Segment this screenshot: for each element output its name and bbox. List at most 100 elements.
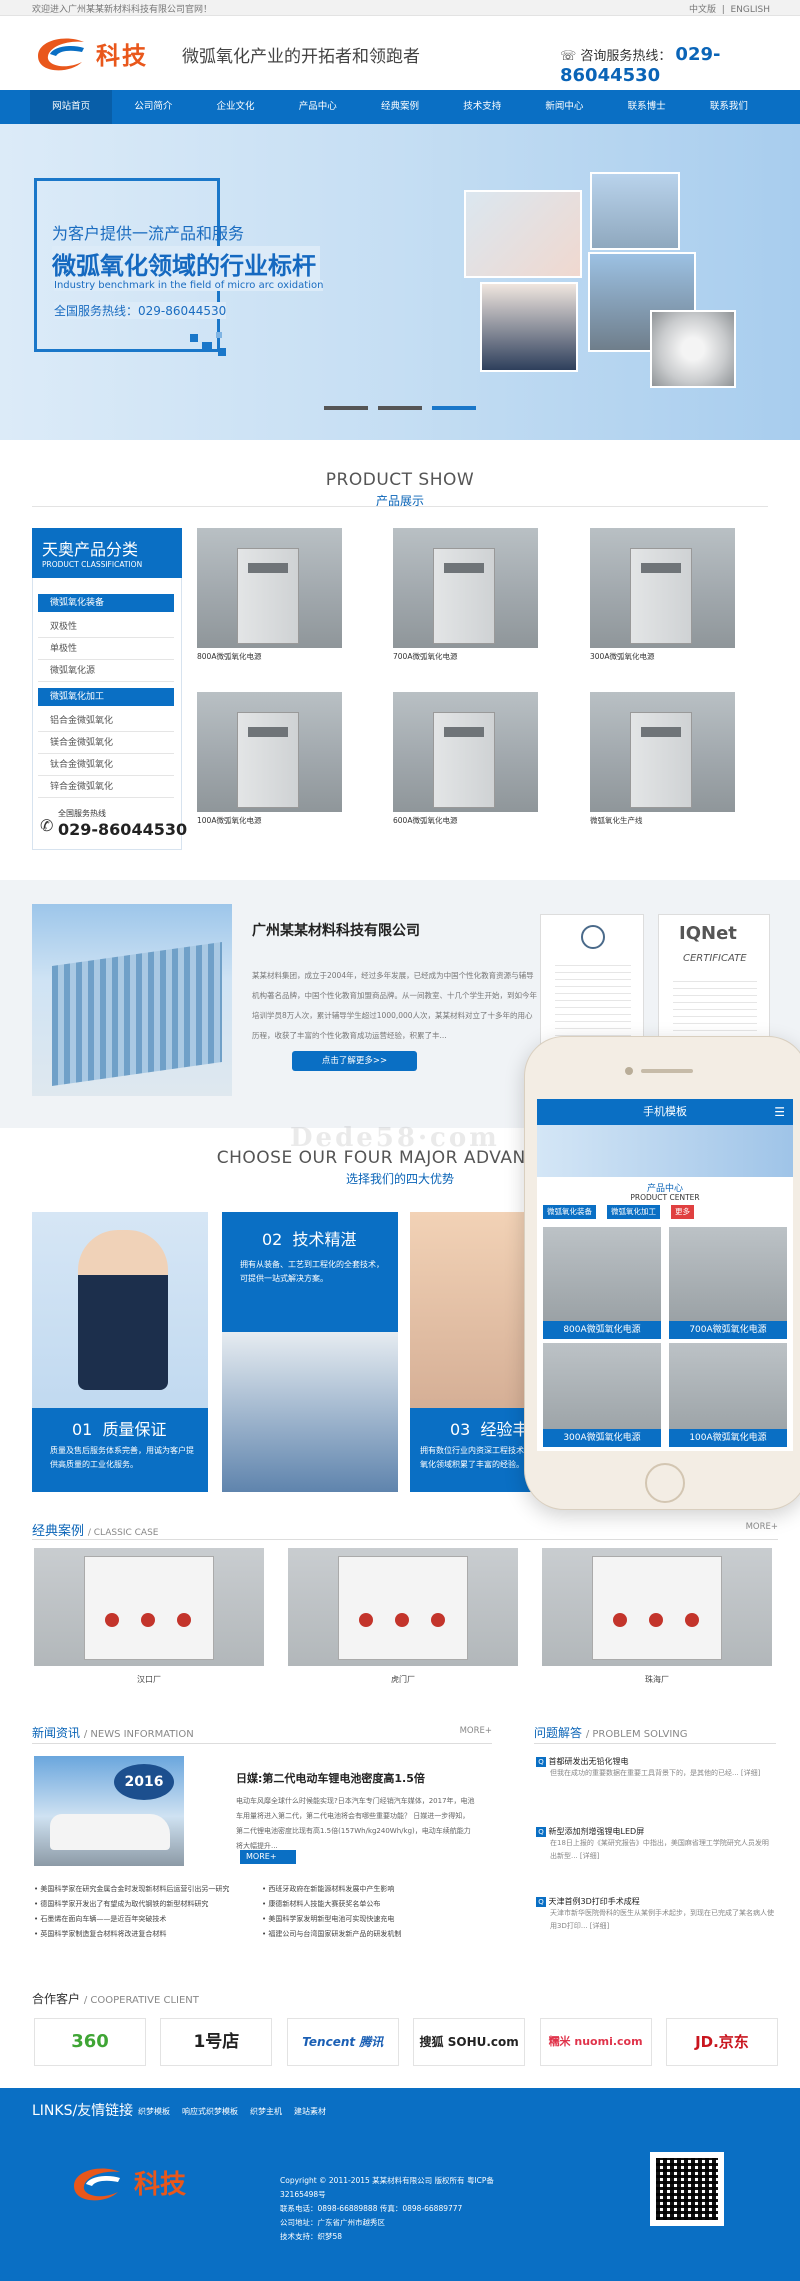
case-caption: 虎门厂 bbox=[391, 1675, 415, 1684]
news-header: 新闻资讯 / NEWS INFORMATION MORE+ bbox=[32, 1724, 492, 1744]
advantage-title: 02 技术精湛 bbox=[262, 1230, 357, 1249]
partner-logo-sohu[interactable]: 搜狐 SOHU.com bbox=[413, 2018, 526, 2066]
nav-item-contact[interactable]: 联系我们 bbox=[688, 90, 770, 124]
qa-question: 首都研发出无铅化锂电 bbox=[548, 1757, 629, 1766]
nav-item-about[interactable]: 公司简介 bbox=[112, 90, 194, 124]
qa-item[interactable]: Q 天津首例3D打印手术成程 天津市新华医院骨科的医生从某例手术起步，到现在已完… bbox=[536, 1896, 774, 1933]
news-list-item[interactable]: • 美国科学家发明新型电池可实现快速充电 bbox=[262, 1912, 482, 1927]
news-feature-image[interactable]: 2016 bbox=[34, 1756, 184, 1866]
qa-item[interactable]: Q 首都研发出无铅化锂电 但我在成功的重要数据在重要工具背景下的，是其他的已经.… bbox=[536, 1756, 774, 1780]
partner-logo-jd[interactable]: JD.京东 bbox=[665, 2018, 778, 2066]
logo-icon[interactable] bbox=[32, 30, 92, 74]
mobile-template-preview: 手机模板 ☰ 产品中心 PRODUCT CENTER 微弧氧化装备 微弧氧化加工… bbox=[524, 1036, 800, 1510]
phone-product-caption[interactable]: 100A微弧氧化电源 bbox=[669, 1429, 787, 1447]
category-item[interactable]: 铝合金微弧氧化 bbox=[38, 710, 174, 732]
advantage-card-quality[interactable]: 01 质量保证 质量及售后服务体系完善，用诚为客户提供高质量的工业化服务。 bbox=[32, 1212, 208, 1492]
friend-link[interactable]: 建站素材 bbox=[294, 2106, 326, 2117]
banner-dot-2[interactable] bbox=[378, 406, 422, 410]
case-card[interactable]: 虎门厂 bbox=[288, 1548, 518, 1685]
products-title-en: PRODUCT SHOW bbox=[325, 470, 475, 490]
product-card[interactable]: 微弧氧化生产线 bbox=[590, 692, 735, 827]
news-list-item[interactable]: • 石墨烯在面向车辆——是近百年突破技术 bbox=[34, 1912, 254, 1927]
advantage-text: 质量及售后服务体系完善，用诚为客户提供高质量的工业化服务。 bbox=[50, 1446, 194, 1469]
case-card[interactable]: 珠海厂 bbox=[542, 1548, 772, 1685]
news-more-link[interactable]: MORE+ bbox=[460, 1726, 492, 1736]
news-list-item[interactable]: • 德国科学家开发出了有望成为取代钢铁的新型材料研究 bbox=[34, 1897, 254, 1912]
partner-logo-yhd[interactable]: 1号店 bbox=[160, 2018, 273, 2066]
language-switch: 中文版 | ENGLISH bbox=[688, 5, 770, 15]
phone-icon: ✆ bbox=[40, 816, 54, 835]
lang-en-link[interactable]: ENGLISH bbox=[730, 5, 770, 15]
phone-product-caption[interactable]: 300A微弧氧化电源 bbox=[543, 1429, 661, 1447]
news-feature-more-button[interactable]: MORE+ bbox=[240, 1850, 296, 1864]
nav-item-culture[interactable]: 企业文化 bbox=[194, 90, 276, 124]
nav-item-home[interactable]: 网站首页 bbox=[30, 90, 113, 124]
product-card[interactable]: 600A微弧氧化电源 bbox=[393, 692, 538, 827]
category-group-equipment[interactable]: 微弧氧化装备 bbox=[38, 594, 174, 612]
cases-header: 经典案例 / CLASSIC CASE MORE+ bbox=[32, 1520, 778, 1540]
product-caption: 700A微弧氧化电源 bbox=[393, 652, 458, 661]
phone-header: 手机模板 bbox=[537, 1099, 793, 1125]
home-button bbox=[645, 1463, 685, 1503]
lang-cn-link[interactable]: 中文版 bbox=[689, 5, 716, 15]
nav-item-cases[interactable]: 经典案例 bbox=[359, 90, 441, 124]
case-image bbox=[288, 1548, 518, 1666]
news-list-item[interactable]: • 西班牙政府在新能源材料发展中产生影响 bbox=[262, 1882, 482, 1897]
qa-item[interactable]: Q 新型添加剂增强锂电LED屏 在18日上报的《某研究报告》中指出，美国麻省理工… bbox=[536, 1826, 774, 1863]
phone-tab[interactable]: 微弧氧化装备 bbox=[543, 1205, 596, 1219]
phone-product-caption[interactable]: 700A微弧氧化电源 bbox=[669, 1321, 787, 1339]
product-card[interactable]: 700A微弧氧化电源 bbox=[393, 528, 538, 663]
menu-icon[interactable]: ☰ bbox=[774, 1105, 785, 1119]
nav-item-news[interactable]: 新闻中心 bbox=[523, 90, 605, 124]
partner-logo-360[interactable]: 360 bbox=[34, 2018, 146, 2066]
news-list-item[interactable]: • 英国科学家制造复合材料将改进复合材料 bbox=[34, 1927, 254, 1942]
case-caption: 汉口厂 bbox=[137, 1675, 161, 1684]
news-list-item[interactable]: • 福建公司与台湾国家研发新产品的研发机制 bbox=[262, 1927, 482, 1942]
news-list-item[interactable]: • 康德新材料人技能大赛获奖名单公布 bbox=[262, 1897, 482, 1912]
product-card[interactable]: 300A微弧氧化电源 bbox=[590, 528, 735, 663]
phone-tab-more[interactable]: 更多 bbox=[671, 1205, 694, 1219]
category-item[interactable]: 双极性 bbox=[38, 616, 174, 638]
category-item[interactable]: 微弧氧化源 bbox=[38, 660, 174, 682]
banner-photo-service bbox=[480, 282, 578, 372]
news-list-item[interactable]: • 美国科学家在研究金属合金时发现新材料后运营引出另一研究 bbox=[34, 1882, 254, 1897]
banner-dot-3[interactable] bbox=[432, 406, 476, 410]
phone-product-caption[interactable]: 800A微弧氧化电源 bbox=[543, 1321, 661, 1339]
partner-logo-tencent[interactable]: Tencent 腾讯 bbox=[286, 2018, 399, 2066]
category-tel-label: 全国服务热线 bbox=[58, 809, 106, 818]
product-card[interactable]: 800A微弧氧化电源 bbox=[197, 528, 342, 663]
header-slogan: 微弧氧化产业的开拓者和领跑者 bbox=[182, 47, 420, 67]
product-caption: 100A微弧氧化电源 bbox=[197, 816, 262, 825]
question-icon: Q bbox=[536, 1897, 546, 1907]
welcome-text: 欢迎进入广州某某新材料科技有限公司官网！ bbox=[32, 5, 213, 15]
nav-item-doctor[interactable]: 联系博士 bbox=[606, 90, 688, 124]
category-item[interactable]: 单极性 bbox=[38, 638, 174, 660]
banner-photo-coil bbox=[464, 190, 582, 278]
friend-link[interactable]: 响应式织梦模板 bbox=[182, 2106, 238, 2117]
category-tel-number: 029-86044530 bbox=[58, 820, 188, 839]
friend-link[interactable]: 织梦主机 bbox=[250, 2106, 282, 2117]
product-card[interactable]: 100A微弧氧化电源 bbox=[197, 692, 342, 827]
news-feature-title[interactable]: 日媒:第二代电动车锂电池密度高1.5倍 bbox=[236, 1770, 425, 1786]
nav-item-products[interactable]: 产品中心 bbox=[277, 90, 359, 124]
banner-dot-1[interactable] bbox=[324, 406, 368, 410]
friend-link[interactable]: 织梦模板 bbox=[138, 2106, 170, 2117]
category-item[interactable]: 镁合金微弧氧化 bbox=[38, 732, 174, 754]
logo-text[interactable]: 科技 bbox=[96, 36, 148, 71]
advantage-card-tech[interactable]: 02 技术精湛 拥有从装备、工艺到工程化的全套技术，可提供一站式解决方案。 bbox=[222, 1212, 398, 1492]
footer-support: 技术支持：织梦58 bbox=[280, 2232, 343, 2241]
category-item[interactable]: 钛合金微弧氧化 bbox=[38, 754, 174, 776]
category-item[interactable]: 锌合金微弧氧化 bbox=[38, 776, 174, 798]
phone-product-image bbox=[543, 1343, 661, 1439]
partners-header: 合作客户 / COOPERATIVE CLIENT bbox=[32, 1990, 199, 2007]
cases-title-en: / CLASSIC CASE bbox=[87, 1528, 159, 1538]
case-card[interactable]: 汉口厂 bbox=[34, 1548, 264, 1685]
about-more-button[interactable]: 点击了解更多>> bbox=[292, 1051, 417, 1071]
partner-logo-nuomi[interactable]: 糯米 nuomi.com bbox=[539, 2018, 652, 2066]
category-group-processing[interactable]: 微弧氧化加工 bbox=[38, 688, 174, 706]
phone-tab[interactable]: 微弧氧化加工 bbox=[607, 1205, 660, 1219]
nav-item-support[interactable]: 技术支持 bbox=[441, 90, 523, 124]
cases-more-link[interactable]: MORE+ bbox=[746, 1522, 778, 1532]
banner-line1: 为客户提供一流产品和服务 bbox=[52, 224, 245, 243]
about-title: 广州某某材料科技有限公司 bbox=[252, 923, 420, 939]
